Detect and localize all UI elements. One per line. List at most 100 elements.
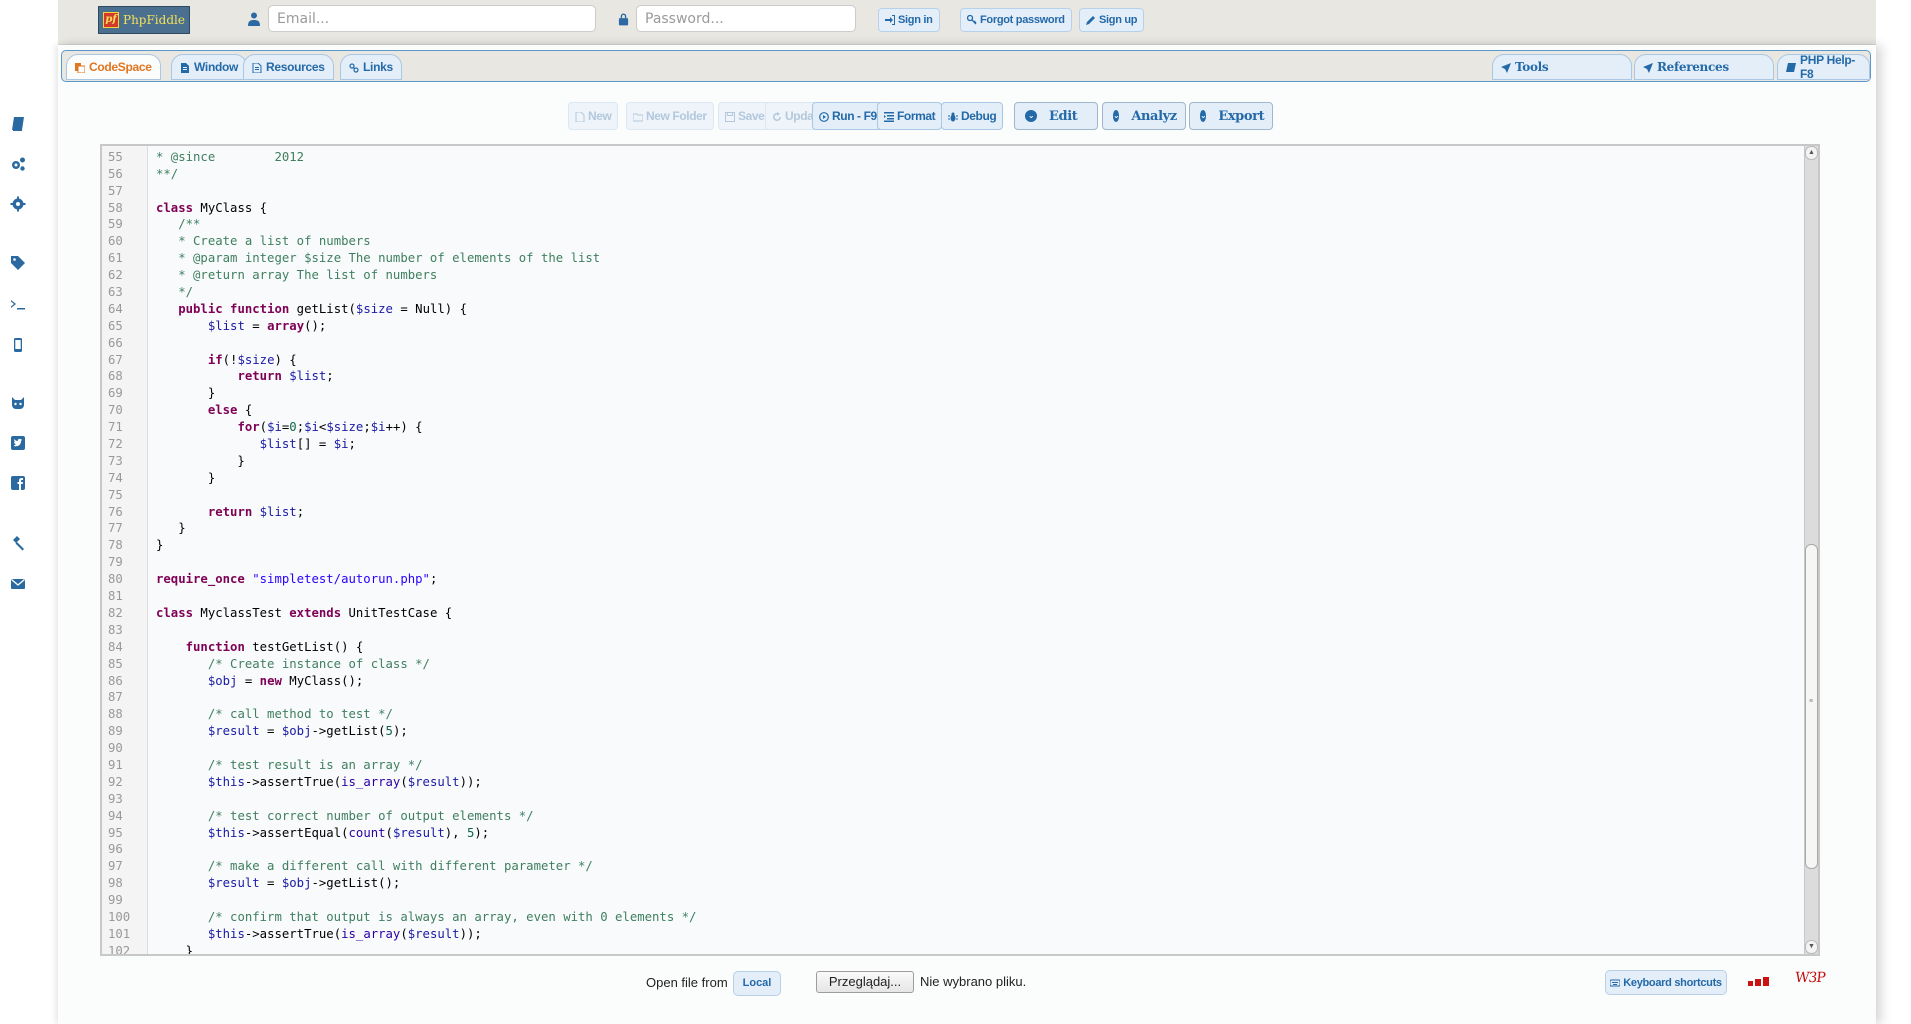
code-line: 55 * @since 2012	[102, 149, 1792, 166]
code-content[interactable]: 55 * @since 2012 56 **/57 58 class MyClass {5…	[102, 146, 1792, 956]
analyz-menu-button[interactable]: ⌄ Analyz	[1102, 102, 1186, 130]
line-number: 61	[108, 251, 123, 266]
line-source: $this->assertTrue(is_array($result));	[207, 926, 482, 941]
line-number: 92	[108, 774, 123, 789]
tab-label: Resources	[266, 60, 325, 74]
debug-label: Debug	[961, 109, 997, 123]
terminal-icon[interactable]	[9, 295, 27, 313]
line-source: }	[156, 943, 194, 956]
tab-label: References	[1657, 60, 1729, 74]
line-source: * @since 2012	[156, 149, 305, 164]
new-label: New	[588, 109, 612, 123]
gear-icon[interactable]	[9, 195, 27, 213]
line-number: 70	[108, 403, 123, 418]
code-line: 89 $result = $obj->getList(5);	[102, 723, 1792, 740]
cogs-icon[interactable]	[9, 155, 27, 173]
line-source: $obj = new MyClass();	[207, 673, 364, 688]
sign-in-button[interactable]: Sign in	[878, 8, 940, 32]
location-arrow-icon	[1643, 62, 1653, 73]
code-line: 90	[102, 740, 1792, 757]
code-line: 98 $result = $obj->getList();	[102, 875, 1792, 892]
scrollbar-thumb[interactable]: ≡	[1805, 544, 1818, 869]
indent-icon	[884, 111, 894, 122]
tab-tools[interactable]: Tools	[1492, 54, 1632, 80]
tab-resources[interactable]: Resources	[243, 54, 334, 80]
line-number: 78	[108, 538, 123, 553]
scroll-up-arrow[interactable]: ▲	[1805, 146, 1818, 160]
twitter-icon[interactable]	[9, 434, 27, 452]
line-number: 64	[108, 301, 123, 316]
code-line: 59 /**	[102, 216, 1792, 233]
file-icon	[575, 111, 585, 123]
line-number: 57	[108, 183, 123, 198]
debug-button[interactable]: Debug	[941, 102, 1004, 130]
line-number: 79	[108, 555, 123, 570]
new-button[interactable]: New	[568, 102, 619, 130]
copy-icon	[75, 62, 86, 74]
code-line: 78}	[102, 537, 1792, 554]
github-icon[interactable]	[9, 394, 27, 412]
line-number: 89	[108, 724, 123, 739]
tag-icon[interactable]	[9, 254, 27, 272]
w3p-logo[interactable]: W3P	[1794, 970, 1825, 986]
browse-file-button[interactable]: Przeglądaj...	[816, 971, 914, 993]
line-number: 83	[108, 622, 123, 637]
document-icon	[252, 62, 262, 74]
line-source: /* Create instance of class */	[207, 656, 430, 671]
vertical-scrollbar[interactable]: ▲ ≡ ▼	[1804, 146, 1818, 954]
line-source: /**	[178, 217, 201, 232]
user-icon	[248, 12, 260, 26]
tab-window[interactable]: Window	[171, 54, 248, 80]
export-menu-button[interactable]: ⌄ Export	[1189, 102, 1273, 130]
key-icon	[966, 14, 977, 25]
gavel-icon[interactable]	[9, 534, 27, 552]
code-line: 100 /* confirm that output is always an …	[102, 909, 1792, 926]
code-line: 97 /* make a different call with differe…	[102, 858, 1792, 875]
tab-links[interactable]: Links	[340, 54, 402, 80]
line-source: for($i=0;$i<$size;$i++) {	[237, 420, 423, 435]
refresh-icon	[772, 111, 782, 121]
forgot-password-button[interactable]: Forgot password	[960, 8, 1072, 32]
line-number: 85	[108, 656, 123, 671]
code-line: 76 return $list;	[102, 504, 1792, 521]
code-editor[interactable]: 55 * @since 2012 56 **/57 58 class MyClass {5…	[100, 144, 1820, 956]
keyboard-shortcuts-button[interactable]: Keyboard shortcuts	[1605, 970, 1727, 995]
tab-codespace[interactable]: CodeSpace	[66, 54, 161, 80]
run-button[interactable]: Run - F9	[812, 102, 884, 130]
code-line: 68 return $list;	[102, 368, 1792, 385]
password-field[interactable]	[636, 5, 856, 32]
code-line: 84 function testGetList() {	[102, 639, 1792, 656]
tab-bar: CodeSpace Window Resources Links Tools R…	[61, 50, 1871, 82]
code-line: 61 * @param integer $size The number of …	[102, 250, 1792, 267]
code-line: 87	[102, 689, 1792, 706]
edit-menu-button[interactable]: ⌄ Edit	[1014, 102, 1098, 130]
chevron-down-icon: ⌄	[1113, 110, 1120, 122]
signal-bars-icon[interactable]	[1748, 974, 1769, 986]
line-source: /* test result is an array */	[207, 757, 423, 772]
line-number: 101	[108, 926, 131, 941]
line-number: 95	[108, 825, 123, 840]
code-line: 66	[102, 335, 1792, 352]
sign-up-button[interactable]: Sign up	[1079, 8, 1145, 32]
scroll-down-arrow[interactable]: ▼	[1805, 940, 1818, 954]
code-line: 74 }	[102, 470, 1792, 487]
logo-text: PhpFiddle	[123, 13, 185, 27]
mobile-icon[interactable]	[9, 336, 27, 354]
tab-php-help[interactable]: PHP Help-F8	[1777, 53, 1870, 81]
email-field[interactable]	[268, 5, 596, 32]
tab-references[interactable]: References	[1634, 54, 1774, 80]
local-button[interactable]: Local	[733, 971, 781, 996]
bug-icon	[948, 111, 958, 122]
line-number: 55	[108, 149, 123, 164]
book-icon[interactable]	[9, 115, 27, 133]
top-header: pf PhpFiddle Sign in Forgot password Sig…	[58, 0, 1876, 45]
format-button[interactable]: Format	[877, 102, 943, 130]
line-source: $this->assertEqual(count($result), 5);	[207, 825, 490, 840]
phpfiddle-logo[interactable]: pf PhpFiddle	[98, 6, 190, 34]
envelope-icon[interactable]	[9, 575, 27, 593]
page: pf PhpFiddle Sign in Forgot password Sig…	[0, 0, 1911, 1024]
line-source: $list[] = $i;	[259, 437, 356, 452]
lock-icon	[618, 12, 630, 26]
new-folder-button[interactable]: New Folder	[626, 102, 714, 130]
facebook-icon[interactable]	[9, 474, 27, 492]
